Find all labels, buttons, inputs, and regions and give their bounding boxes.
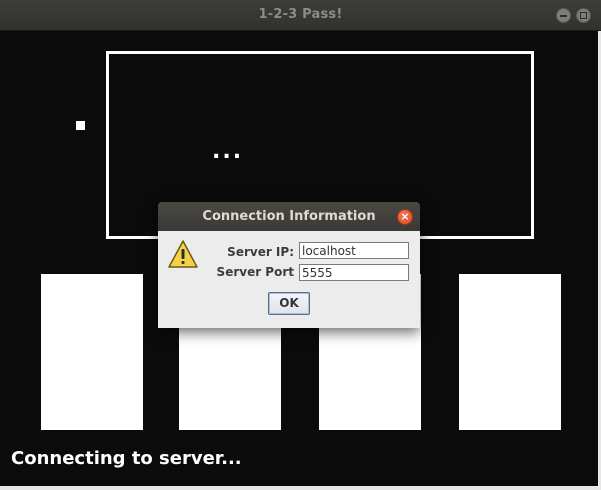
dialog-title: Connection Information [202,209,376,224]
card-1[interactable] [41,274,143,430]
window-title: 1-2-3 Pass! [258,7,343,22]
ok-button[interactable]: OK [268,292,310,315]
server-ip-input[interactable] [299,242,409,259]
window-bottom-border [0,486,601,490]
dialog-titlebar[interactable]: Connection Information × [158,202,420,231]
minimize-icon[interactable] [556,8,571,23]
card-4[interactable] [459,274,561,430]
player-marker [76,121,85,130]
waiting-ellipsis: ... [212,139,244,164]
server-ip-label: Server IP: [227,245,294,259]
window-titlebar[interactable]: 1-2-3 Pass! [0,0,601,31]
close-icon[interactable]: × [397,209,413,225]
server-port-input[interactable] [299,264,409,281]
connection-dialog: Connection Information × Server IP: Serv… [158,202,420,328]
connection-status: Connecting to server... [11,448,242,469]
server-port-label: Server Port [216,265,294,279]
maximize-icon[interactable] [576,8,591,23]
dialog-body: Server IP: Server Port OK [158,231,420,328]
